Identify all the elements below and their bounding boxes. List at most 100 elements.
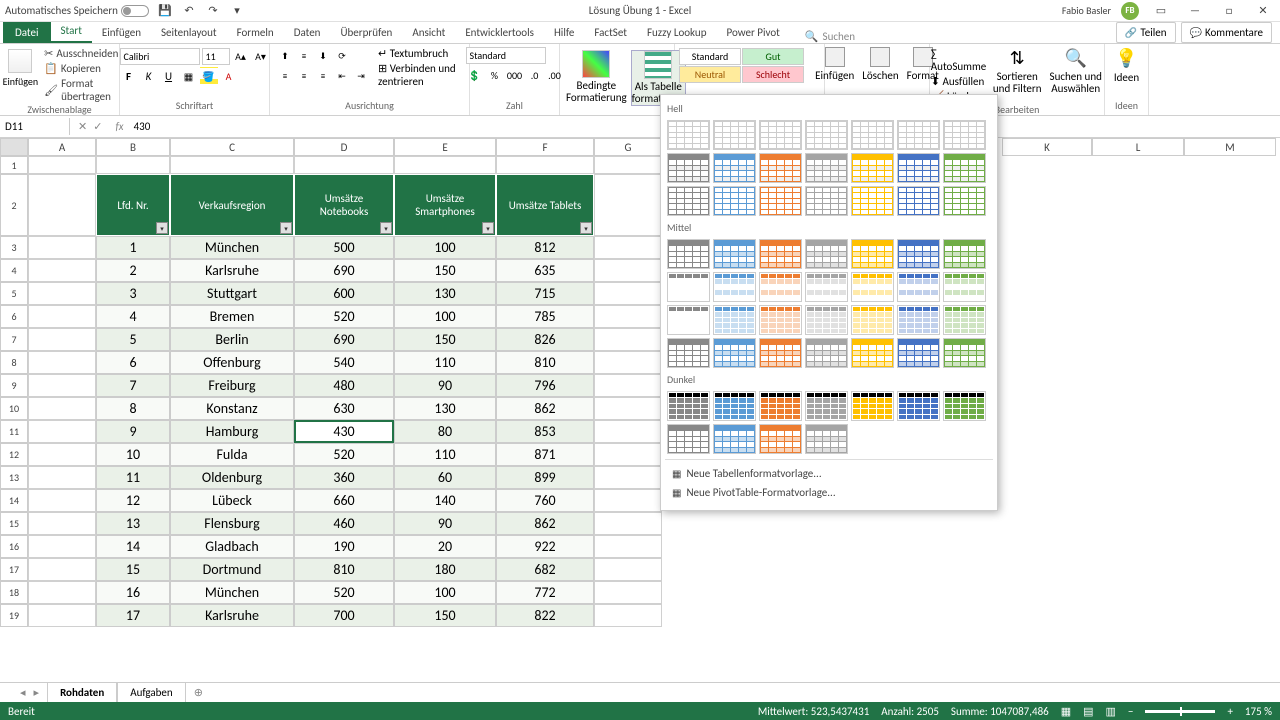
col-header[interactable]: D xyxy=(294,138,394,156)
wrap-text-button[interactable]: ↵ Textumbruch xyxy=(378,47,463,60)
toggle-switch[interactable] xyxy=(121,5,149,17)
tab-formulas[interactable]: Formeln xyxy=(227,22,284,43)
avatar[interactable]: FB xyxy=(1121,2,1139,20)
table-cell[interactable]: 8 xyxy=(96,397,170,420)
table-cell[interactable]: 100 xyxy=(394,305,496,328)
row-header[interactable]: 4 xyxy=(0,259,28,282)
table-cell[interactable]: 150 xyxy=(394,328,496,351)
col-header[interactable]: A xyxy=(28,138,96,156)
redo-icon[interactable]: ↷ xyxy=(205,3,221,19)
table-style-light[interactable] xyxy=(667,186,710,216)
row-header[interactable]: 10 xyxy=(0,397,28,420)
table-cell[interactable]: 690 xyxy=(294,259,394,282)
table-cell[interactable]: 110 xyxy=(394,443,496,466)
tab-view[interactable]: Ansicht xyxy=(402,22,455,43)
share-button[interactable]: 🔗 Teilen xyxy=(1116,22,1176,43)
table-cell[interactable]: 812 xyxy=(496,236,594,259)
row-header[interactable]: 19 xyxy=(0,604,28,627)
table-cell[interactable]: 1 xyxy=(96,236,170,259)
table-style-light[interactable] xyxy=(943,186,986,216)
table-cell[interactable]: 100 xyxy=(394,581,496,604)
table-style-medium[interactable] xyxy=(759,338,802,368)
table-style-light[interactable] xyxy=(805,186,848,216)
row-header[interactable]: 14 xyxy=(0,489,28,512)
table-style-medium[interactable] xyxy=(667,305,710,335)
table-cell[interactable]: 853 xyxy=(496,420,594,443)
sheet-tab-aufgaben[interactable]: Aufgaben xyxy=(117,682,185,703)
table-cell[interactable]: 922 xyxy=(496,535,594,558)
table-header[interactable]: Lfd. Nr.▾ xyxy=(96,174,170,236)
table-cell[interactable]: 60 xyxy=(394,466,496,489)
table-style-dark[interactable] xyxy=(805,391,848,421)
table-cell[interactable]: 480 xyxy=(294,374,394,397)
tab-developer[interactable]: Entwicklertools xyxy=(455,22,544,43)
table-style-light[interactable] xyxy=(897,120,940,150)
table-style-medium[interactable] xyxy=(667,338,710,368)
table-cell[interactable]: 5 xyxy=(96,328,170,351)
merge-button[interactable]: ⊞ Verbinden und zentrieren xyxy=(378,62,463,88)
border-button[interactable]: ▦ xyxy=(180,67,198,85)
table-cell[interactable]: 90 xyxy=(394,374,496,397)
row-header[interactable]: 15 xyxy=(0,512,28,535)
col-header[interactable]: G xyxy=(594,138,662,156)
table-cell[interactable]: Karlsruhe xyxy=(170,259,294,282)
row-header[interactable]: 16 xyxy=(0,535,28,558)
tab-help[interactable]: Hilfe xyxy=(544,22,584,43)
table-cell[interactable]: Gladbach xyxy=(170,535,294,558)
table-style-dark[interactable] xyxy=(759,424,802,454)
table-cell[interactable]: 540 xyxy=(294,351,394,374)
decrease-font-icon[interactable]: A▾ xyxy=(252,47,270,65)
table-style-dark[interactable] xyxy=(713,424,756,454)
table-cell[interactable]: 12 xyxy=(96,489,170,512)
table-style-light[interactable] xyxy=(805,120,848,150)
table-cell[interactable]: 2 xyxy=(96,259,170,282)
table-cell[interactable]: Offenburg xyxy=(170,351,294,374)
table-cell[interactable]: 6 xyxy=(96,351,170,374)
row-header[interactable]: 5 xyxy=(0,282,28,305)
table-style-medium[interactable] xyxy=(851,272,894,302)
align-bottom-icon[interactable]: ⬇ xyxy=(314,47,332,65)
row-header[interactable]: 8 xyxy=(0,351,28,374)
table-cell[interactable]: 15 xyxy=(96,558,170,581)
table-style-medium[interactable] xyxy=(851,338,894,368)
underline-button[interactable]: U xyxy=(160,67,178,85)
table-style-medium[interactable] xyxy=(759,239,802,269)
table-cell[interactable]: München xyxy=(170,581,294,604)
table-style-dark[interactable] xyxy=(667,424,710,454)
table-cell[interactable]: 690 xyxy=(294,328,394,351)
align-top-icon[interactable]: ⬆ xyxy=(276,47,294,65)
tab-fuzzy[interactable]: Fuzzy Lookup xyxy=(637,22,717,43)
table-style-medium[interactable] xyxy=(943,272,986,302)
table-style-light[interactable] xyxy=(667,153,710,183)
table-style-light[interactable] xyxy=(667,120,710,150)
table-cell[interactable]: 715 xyxy=(496,282,594,305)
indent-dec-icon[interactable]: ⇤ xyxy=(333,67,351,85)
table-cell[interactable]: 11 xyxy=(96,466,170,489)
maximize-icon[interactable]: □ xyxy=(1217,3,1241,19)
col-header[interactable]: K xyxy=(1002,138,1092,156)
zoom-out-icon[interactable]: − xyxy=(1128,705,1133,718)
table-style-light[interactable] xyxy=(713,120,756,150)
currency-icon[interactable]: 💲 xyxy=(466,66,484,84)
new-sheet-icon[interactable]: ⊕ xyxy=(186,683,211,702)
table-style-medium[interactable] xyxy=(713,338,756,368)
table-cell[interactable]: 660 xyxy=(294,489,394,512)
tab-layout[interactable]: Seitenlayout xyxy=(151,22,227,43)
table-cell[interactable]: 16 xyxy=(96,581,170,604)
table-cell[interactable]: Berlin xyxy=(170,328,294,351)
table-cell[interactable]: 682 xyxy=(496,558,594,581)
table-cell[interactable]: 130 xyxy=(394,282,496,305)
table-cell[interactable]: 13 xyxy=(96,512,170,535)
table-style-medium[interactable] xyxy=(667,272,710,302)
new-pivot-style-link[interactable]: ▦ Neue PivotTable-Formatvorlage... xyxy=(669,483,989,502)
table-cell[interactable]: 600 xyxy=(294,282,394,305)
table-style-dark[interactable] xyxy=(759,391,802,421)
table-cell[interactable]: 180 xyxy=(394,558,496,581)
table-style-medium[interactable] xyxy=(851,239,894,269)
sheet-nav-prev-icon[interactable]: ◂ xyxy=(20,686,26,699)
table-style-medium[interactable] xyxy=(851,305,894,335)
zoom-level[interactable]: 175 % xyxy=(1245,705,1272,718)
table-cell[interactable]: 871 xyxy=(496,443,594,466)
table-cell[interactable]: 810 xyxy=(496,351,594,374)
table-style-medium[interactable] xyxy=(897,239,940,269)
